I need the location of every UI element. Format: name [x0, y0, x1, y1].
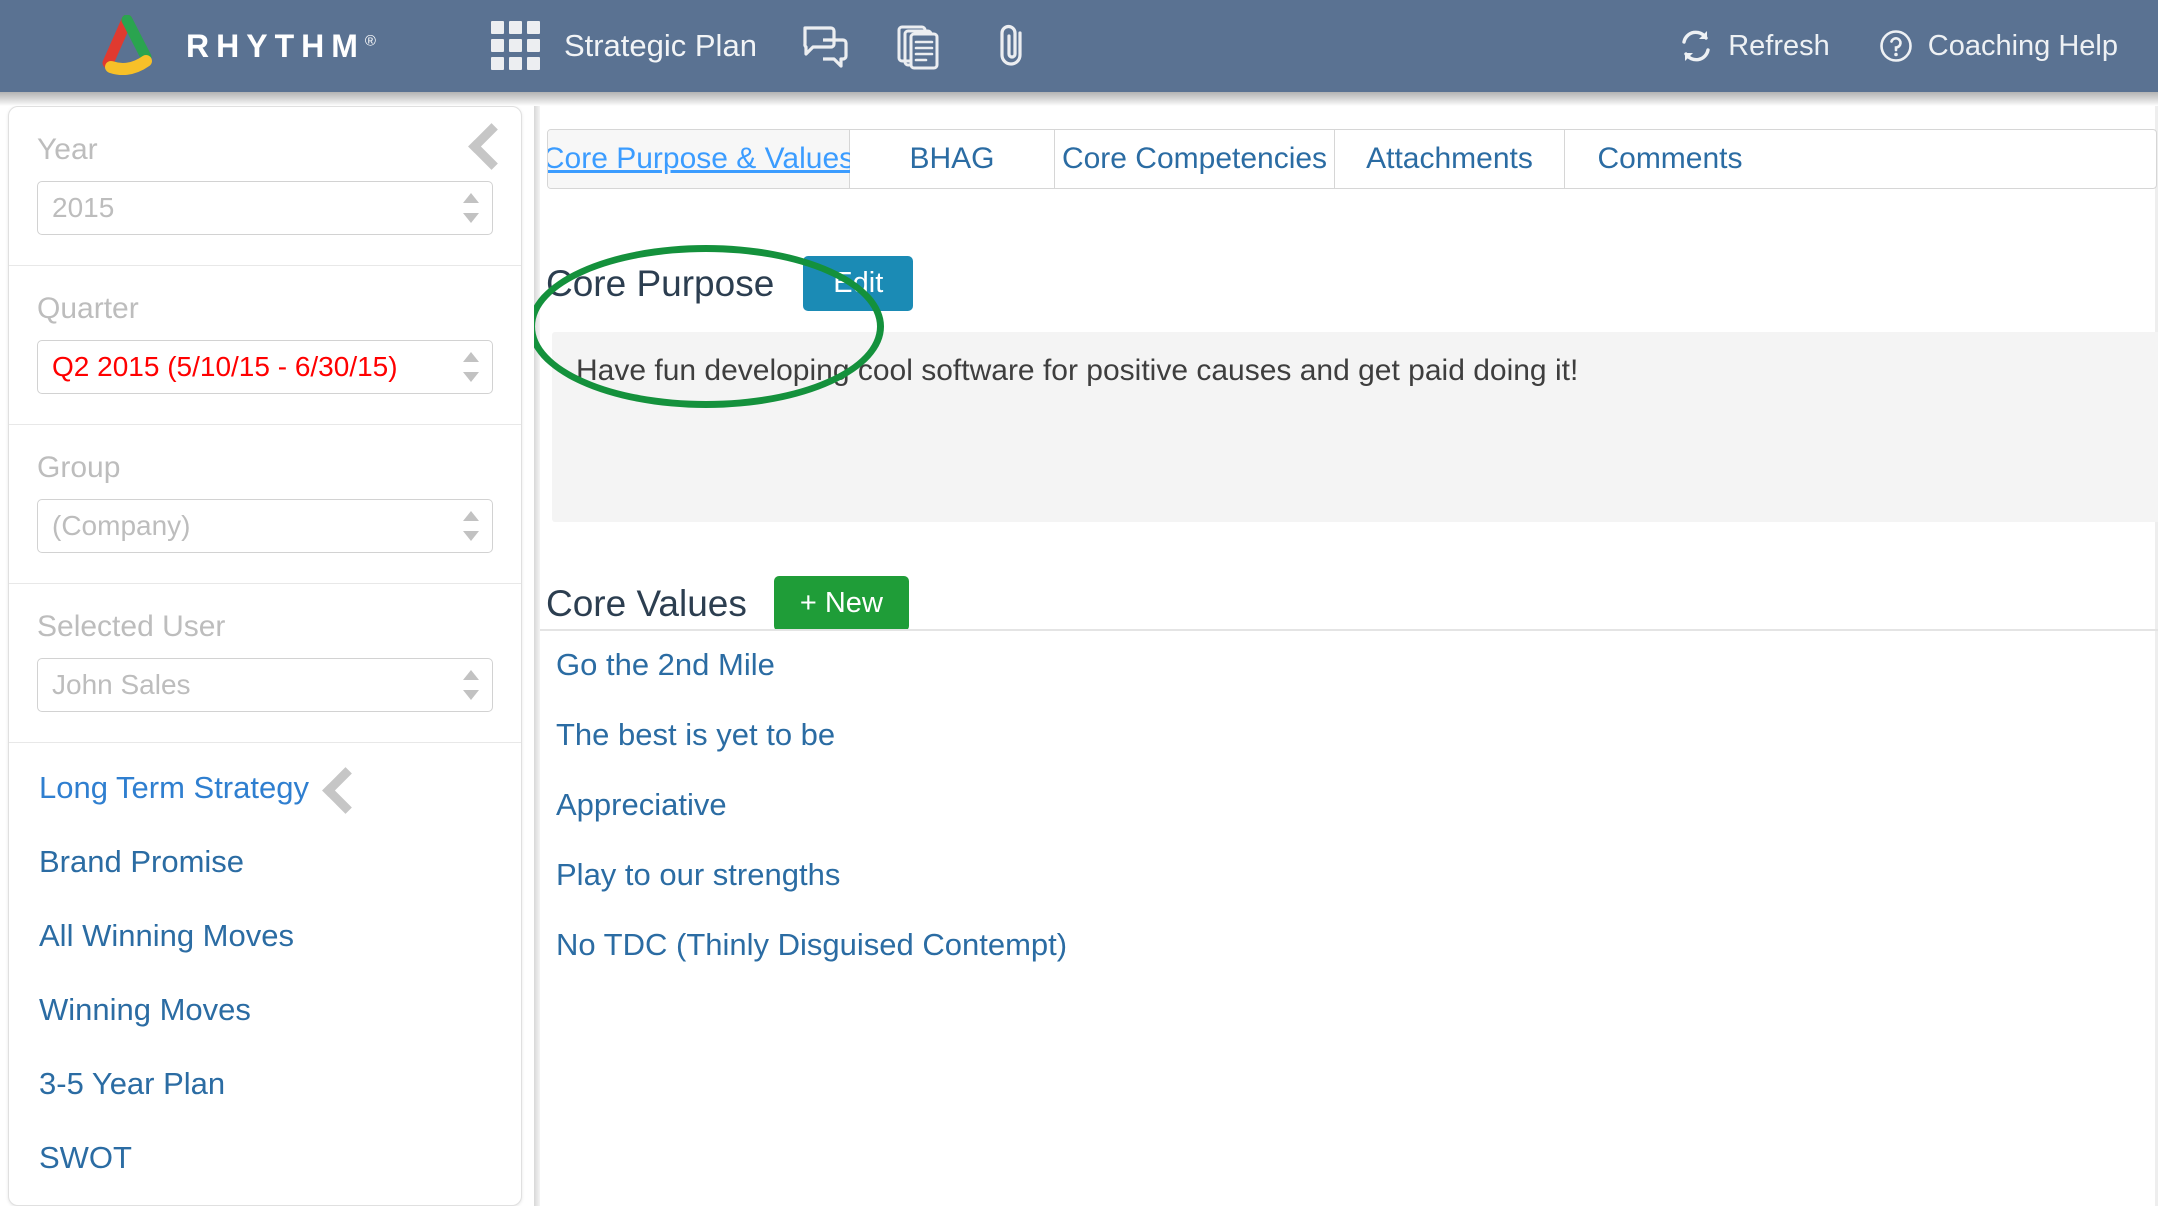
- list-item[interactable]: Play to our strengths: [534, 840, 2158, 910]
- core-value-link[interactable]: The best is yet to be: [556, 717, 835, 753]
- brand-name: RHYTHM®: [186, 27, 376, 64]
- core-purpose-textbox: Have fun developing cool software for po…: [552, 332, 2158, 522]
- sidebar-item-label: Brand Promise: [39, 844, 245, 879]
- sidebar-item-long-term-strategy[interactable]: Long Term Strategy: [9, 751, 521, 825]
- selected-user-value: John Sales: [52, 669, 191, 700]
- quarter-select[interactable]: Q2 2015 (5/10/15 - 6/30/15): [37, 340, 493, 394]
- chat-bubbles-icon[interactable]: [801, 22, 849, 70]
- registered-mark: ®: [364, 31, 376, 49]
- group-select[interactable]: (Company): [37, 499, 493, 553]
- refresh-label: Refresh: [1728, 29, 1830, 62]
- header-shadow: [0, 92, 2158, 106]
- selected-user-select[interactable]: John Sales: [37, 658, 493, 712]
- tab-comments[interactable]: Comments: [1565, 130, 1775, 188]
- core-purpose-title: Core Purpose: [546, 262, 775, 304]
- filter-sidebar: Year 2015 Quarter Q2 2015 (5/10/15 - 6/3…: [8, 106, 522, 1206]
- core-value-link[interactable]: Play to our strengths: [556, 857, 840, 893]
- sidebar-item-swot[interactable]: SWOT: [9, 1121, 521, 1195]
- sidebar-nav: Long Term Strategy Brand Promise All Win…: [9, 743, 521, 1195]
- core-value-link[interactable]: Go the 2nd Mile: [556, 647, 775, 683]
- documents-stack-icon[interactable]: [895, 22, 943, 70]
- tab-core-competencies[interactable]: Core Competencies: [1055, 130, 1335, 188]
- sidebar-item-brand-promise[interactable]: Brand Promise: [9, 825, 521, 899]
- stepper-icon[interactable]: [463, 351, 479, 383]
- edit-core-purpose-button[interactable]: Edit: [803, 256, 914, 311]
- tab-core-purpose-and-values[interactable]: Core Purpose & Values: [548, 130, 854, 188]
- paperclip-icon[interactable]: [989, 22, 1037, 70]
- stepper-icon[interactable]: [463, 510, 479, 542]
- grid-apps-icon[interactable]: [490, 21, 541, 71]
- sidebar-item-winning-moves[interactable]: Winning Moves: [9, 973, 521, 1047]
- quarter-value: Q2 2015 (5/10/15 - 6/30/15): [52, 351, 398, 382]
- main-content: Core Purpose & Values BHAG Core Competen…: [534, 106, 2158, 1206]
- year-value: 2015: [52, 192, 115, 223]
- header-icon-group: [801, 22, 1037, 70]
- sidebar-item-label: Long Term Strategy: [39, 770, 309, 805]
- app-switcher[interactable]: Strategic Plan: [490, 21, 757, 71]
- coaching-help-label: Coaching Help: [1927, 29, 2118, 62]
- list-item[interactable]: No TDC (Thinly Disguised Contempt): [534, 910, 2158, 980]
- sidebar-item-label: 3-5 Year Plan: [39, 1066, 226, 1101]
- sidebar-item-label: All Winning Moves: [39, 918, 294, 953]
- core-value-link[interactable]: Appreciative: [556, 787, 727, 823]
- filter-label-quarter: Quarter: [37, 292, 139, 325]
- app-title: Strategic Plan: [563, 28, 757, 63]
- filter-year: Year 2015: [9, 107, 521, 266]
- filter-selected-user: Selected User John Sales: [9, 584, 521, 743]
- refresh-icon: [1678, 28, 1714, 64]
- sidebar-item-3-5-year-plan[interactable]: 3-5 Year Plan: [9, 1047, 521, 1121]
- core-values-header: Core Values + New: [546, 576, 909, 631]
- core-values-title: Core Values: [546, 582, 747, 624]
- group-value: (Company): [52, 510, 191, 541]
- filter-group: Group (Company): [9, 425, 521, 584]
- list-item[interactable]: The best is yet to be: [534, 700, 2158, 770]
- chevron-left-icon[interactable]: [469, 121, 499, 167]
- chevron-left-icon[interactable]: [323, 765, 353, 811]
- filter-label-group: Group: [37, 451, 121, 484]
- sidebar-item-label: SWOT: [39, 1140, 132, 1175]
- core-value-link[interactable]: No TDC (Thinly Disguised Contempt): [556, 927, 1067, 963]
- list-item[interactable]: Appreciative: [534, 770, 2158, 840]
- core-purpose-header: Core Purpose Edit: [546, 256, 914, 311]
- coaching-help-button[interactable]: Coaching Help: [1878, 28, 2118, 64]
- list-item[interactable]: Go the 2nd Mile: [534, 630, 2158, 700]
- stepper-icon[interactable]: [463, 192, 479, 224]
- top-header-bar: RHYTHM® Strategic Plan Refresh Coaching …: [0, 0, 2158, 92]
- content-left-edge: [534, 106, 540, 1206]
- header-actions: Refresh Coaching Help: [1678, 28, 2118, 64]
- filter-quarter: Quarter Q2 2015 (5/10/15 - 6/30/15): [9, 266, 521, 425]
- question-circle-icon: [1878, 28, 1914, 64]
- rhythm-triangle-logo-icon: [96, 14, 160, 77]
- filter-label-selected-user: Selected User: [37, 610, 226, 643]
- filter-label-year: Year: [37, 133, 98, 166]
- sidebar-scroll-area: Year 2015 Quarter Q2 2015 (5/10/15 - 6/3…: [9, 107, 521, 1205]
- sidebar-item-all-winning-moves[interactable]: All Winning Moves: [9, 899, 521, 973]
- tab-bhag[interactable]: BHAG: [850, 130, 1055, 188]
- refresh-button[interactable]: Refresh: [1678, 28, 1830, 64]
- new-core-value-button[interactable]: + New: [773, 576, 909, 631]
- year-select[interactable]: 2015: [37, 181, 493, 235]
- stepper-icon[interactable]: [463, 669, 479, 701]
- brand-block[interactable]: RHYTHM®: [96, 14, 376, 77]
- content-tab-bar: Core Purpose & Values BHAG Core Competen…: [547, 129, 2157, 189]
- tab-attachments[interactable]: Attachments: [1335, 130, 1565, 188]
- sidebar-item-label: Winning Moves: [39, 992, 251, 1027]
- core-purpose-text: Have fun developing cool software for po…: [576, 354, 1579, 387]
- core-values-list: Go the 2nd Mile The best is yet to be Ap…: [534, 630, 2158, 980]
